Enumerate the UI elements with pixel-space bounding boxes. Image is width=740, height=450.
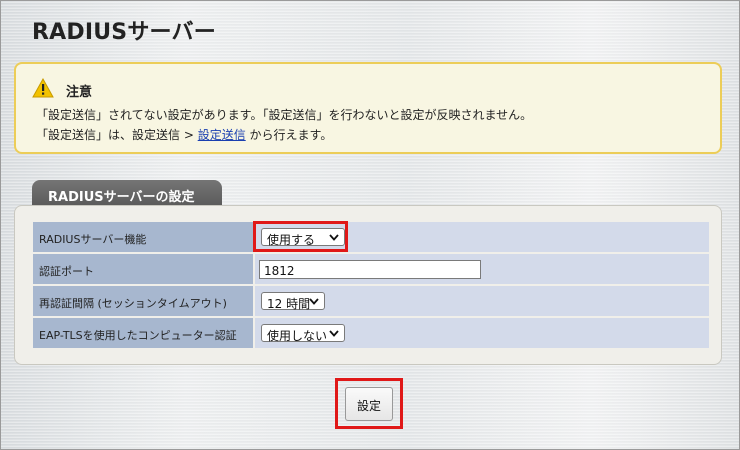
radius-function-label: RADIUSサーバー機能 <box>33 222 253 252</box>
notice-instruction-prefix: 「設定送信」は、設定送信 > <box>36 128 198 142</box>
reauth-interval-value: 12 時間 <box>267 297 311 311</box>
eap-tls-cell: 使用しない <box>255 318 709 348</box>
settings-submit-button[interactable]: 設定 <box>345 387 393 421</box>
settings-row-auth-port: 認証ポート <box>33 254 709 284</box>
chevron-down-icon <box>329 330 339 337</box>
notice-message: 「設定送信」されてない設定があります。「設定送信」を行わないと設定が反映されませ… <box>36 108 533 122</box>
radius-function-select[interactable]: 使用する <box>261 228 345 247</box>
auth-port-cell <box>255 254 709 284</box>
eap-tls-select[interactable]: 使用しない <box>261 324 345 343</box>
chevron-down-icon <box>309 298 319 305</box>
notice-title: 注意 <box>66 85 93 100</box>
warning-icon <box>32 78 54 98</box>
settings-row-radius-function: RADIUSサーバー機能 使用する <box>33 222 709 252</box>
reauth-interval-cell: 12 時間 <box>255 286 709 316</box>
notice-instruction-suffix: から行えます。 <box>245 128 333 142</box>
section-tab: RADIUSサーバーの設定 <box>32 180 222 207</box>
reauth-interval-select[interactable]: 12 時間 <box>261 292 325 311</box>
chevron-down-icon <box>329 234 339 241</box>
auth-port-input[interactable] <box>259 260 481 279</box>
settings-send-link[interactable]: 設定送信 <box>198 128 246 142</box>
notice-instruction: 「設定送信」は、設定送信 > 設定送信 から行えます。 <box>36 126 332 143</box>
settings-row-reauth-interval: 再認証間隔 (セッションタイムアウト) 12 時間 <box>33 286 709 316</box>
radius-function-value: 使用する <box>267 233 316 247</box>
auth-port-label: 認証ポート <box>33 254 253 284</box>
page-title: RADIUSサーバー <box>32 20 216 45</box>
radius-function-cell: 使用する <box>255 222 709 252</box>
reauth-interval-label: 再認証間隔 (セッションタイムアウト) <box>33 286 253 316</box>
eap-tls-label: EAP-TLSを使用したコンピューター認証 <box>33 318 253 348</box>
notice-box: 注意 「設定送信」されてない設定があります。「設定送信」を行わないと設定が反映さ… <box>14 62 722 154</box>
settings-panel: RADIUSサーバー機能 使用する 認証ポート 再認証間隔 (セッションタイムア… <box>14 205 722 365</box>
settings-row-eap-tls: EAP-TLSを使用したコンピューター認証 使用しない <box>33 318 709 348</box>
eap-tls-value: 使用しない <box>267 329 328 343</box>
